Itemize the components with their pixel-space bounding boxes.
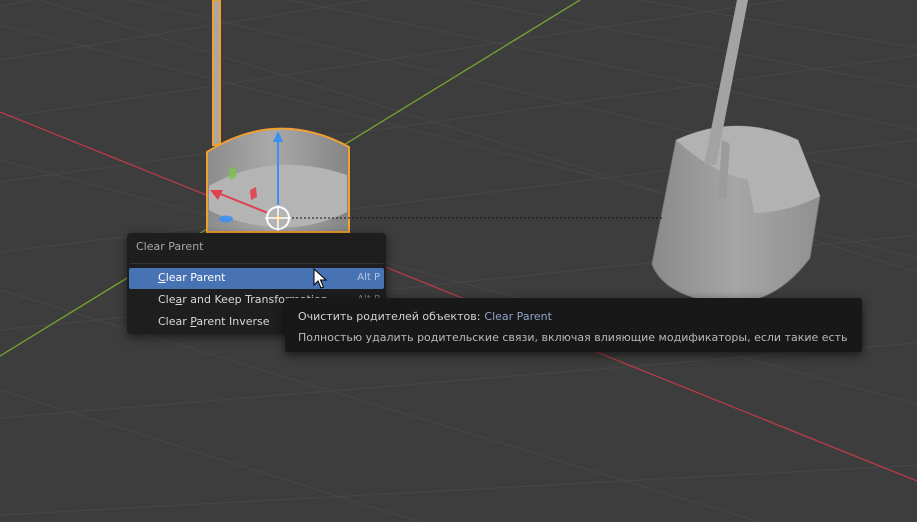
menu-divider bbox=[130, 263, 383, 264]
operator-tooltip: Очистить родителей объектов: Clear Parent… bbox=[285, 298, 862, 352]
menu-item-shortcut: Alt P bbox=[357, 272, 380, 283]
mouse-pointer-icon bbox=[313, 268, 328, 289]
menu-title: Clear Parent bbox=[136, 240, 204, 253]
tooltip-title: Очистить родителей объектов: bbox=[298, 310, 481, 323]
menu-item-label: Clear Parent Inverse bbox=[158, 315, 270, 328]
tooltip-description: Полностью удалить родительские связи, вк… bbox=[298, 331, 848, 344]
menu-item-label: Clear Parent bbox=[158, 271, 226, 284]
menu-item-clear-parent[interactable]: Clear Parent Alt P bbox=[129, 268, 384, 289]
tooltip-title-row: Очистить родителей объектов: Clear Parent bbox=[298, 310, 552, 323]
tooltip-python-label: Clear Parent bbox=[484, 310, 552, 323]
